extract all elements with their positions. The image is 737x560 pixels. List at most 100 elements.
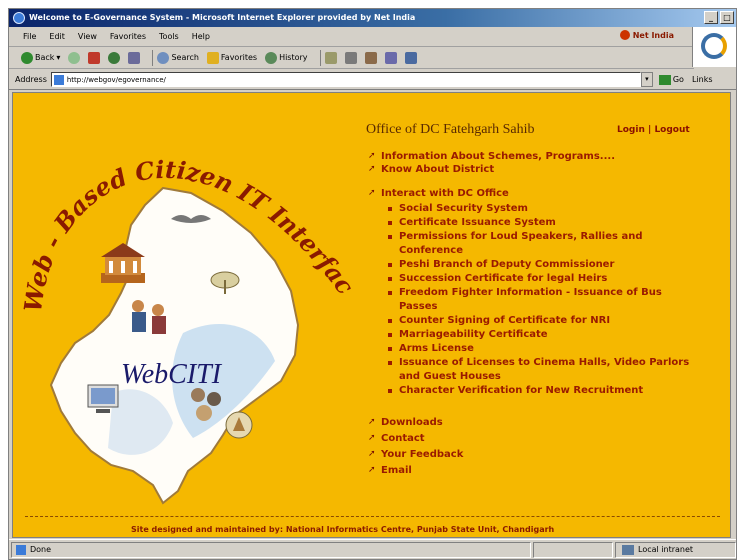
page-icon [53,74,64,85]
forward-button[interactable] [68,51,81,64]
main-menu: ➚ Information About Schemes, Programs...… [368,150,718,477]
auth-links: Login | Logout [617,125,690,135]
bullet-icon [388,291,392,295]
service-label: Succession Certificate for legal Heirs [399,273,608,284]
punjab-map-graphic: WebCITI Web - Based Citizen IT Interface [13,93,368,513]
bullet-icon [388,361,392,365]
bullet-icon [388,389,392,393]
service-item-peshi-branch[interactable]: Peshi Branch of Deputy Commissioner [388,258,718,272]
page-content: WebCITI Web - Based Citizen IT Interface… [12,92,731,538]
service-item-loud-speakers[interactable]: Permissions for Loud Speakers, Rallies a… [388,230,718,258]
go-button[interactable]: Go [658,74,684,85]
contact-label: Contact [381,433,425,444]
menu-item-know-district[interactable]: ➚ Know About District [368,163,718,176]
menu-item-interact[interactable]: ➚ Interact with DC Office [368,187,718,200]
menu-help[interactable]: Help [192,32,210,41]
ie-logo-icon [701,33,727,59]
browser-window: Welcome to E-Governance System - Microso… [8,8,737,560]
map-illustration: WebCITI Web - Based Citizen IT Interface [13,93,360,505]
menu-item-information[interactable]: ➚ Information About Schemes, Programs...… [368,150,718,163]
downloads-label: Downloads [381,417,443,428]
service-label: Freedom Fighter Information - Issuance o… [399,287,662,312]
downloads-link[interactable]: ➚ Downloads [368,416,718,429]
brand-label: Net India [632,30,674,40]
back-dropdown-icon: ▾ [56,53,61,62]
stop-button[interactable] [88,51,101,64]
menu-item-label: Interact with DC Office [381,188,509,199]
service-item-cinema-licenses[interactable]: Issuance of Licenses to Cinema Halls, Vi… [388,356,718,384]
discuss-icon [384,51,397,64]
status-message: Done [11,541,531,558]
search-button[interactable]: Search [157,51,199,64]
service-item-character-verification[interactable]: Character Verification for New Recruitme… [388,384,718,398]
back-button[interactable]: Back ▾ [21,51,61,64]
contact-link[interactable]: ➚ Contact [368,432,718,445]
toolbar-separator [152,49,154,66]
office-title: Office of DC Fatehgarh Sahib [366,122,535,137]
links-button[interactable]: Links [692,75,713,84]
service-label: Character Verification for New Recruitme… [399,385,644,396]
history-label: History [279,53,308,62]
email-link[interactable]: ➚ Email [368,464,718,477]
favorites-button[interactable]: Favorites [206,51,257,64]
status-bar: Done Local intranet [9,539,736,559]
feedback-label: Your Feedback [381,449,464,460]
service-list: Social Security System Certificate Issua… [388,202,718,398]
address-dropdown-button[interactable]: ▾ [640,72,653,87]
go-arrow-icon [658,74,671,85]
toolbar: Back ▾ Search Favorites History [9,47,694,69]
menu-view[interactable]: View [78,32,97,41]
service-item-counter-signing[interactable]: Counter Signing of Certificate for NRI [388,314,718,328]
back-label: Back [35,53,55,62]
search-label: Search [171,53,199,62]
menu-edit[interactable]: Edit [49,32,65,41]
menu-tools[interactable]: Tools [159,32,179,41]
status-panel [533,541,613,558]
login-link[interactable]: Login [617,125,645,135]
brand-logo: Net India [619,30,674,40]
address-input[interactable]: http://webgov/egovernance/ [50,72,641,87]
menu-file[interactable]: File [23,32,36,41]
service-label: Counter Signing of Certificate for NRI [399,315,611,326]
menu-favorites[interactable]: Favorites [110,32,146,41]
logout-link[interactable]: Logout [654,125,689,135]
address-url: http://webgov/egovernance/ [66,75,166,84]
edit-button[interactable] [364,51,377,64]
service-label: Issuance of Licenses to Cinema Halls, Vi… [399,357,690,382]
service-item-succession-certificate[interactable]: Succession Certificate for legal Heirs [388,272,718,286]
throbber [692,27,736,67]
mail-button[interactable] [324,51,337,64]
service-item-marriageability[interactable]: Marriageability Certificate [388,328,718,342]
refresh-icon [108,51,121,64]
home-button[interactable] [128,51,141,64]
service-item-arms-license[interactable]: Arms License [388,342,718,356]
messenger-button[interactable] [404,51,417,64]
service-item-social-security[interactable]: Social Security System [388,202,718,216]
go-label: Go [672,75,684,84]
window-title: Welcome to E-Governance System - Microso… [29,13,416,22]
service-item-freedom-fighter[interactable]: Freedom Fighter Information - Issuance o… [388,286,718,314]
edit-icon [364,51,377,64]
security-zone: Local intranet [615,541,736,558]
messenger-icon [404,51,417,64]
bullet-icon [388,263,392,267]
print-button[interactable] [344,51,357,64]
minimize-button[interactable]: _ [704,11,718,24]
refresh-button[interactable] [108,51,121,64]
arrow-icon: ➚ [368,417,376,427]
service-item-certificate-issuance[interactable]: Certificate Issuance System [388,216,718,230]
bullet-icon [388,221,392,225]
window-controls: _ □ [704,11,734,24]
arrow-icon: ➚ [368,151,376,161]
history-button[interactable]: History [265,51,308,64]
discuss-button[interactable] [384,51,397,64]
bullet-icon [388,207,392,211]
brand-icon [619,30,630,40]
hand-icon [225,411,253,439]
address-bar: Address http://webgov/egovernance/ ▾ Go … [9,70,736,90]
address-label: Address [15,75,47,84]
feedback-link[interactable]: ➚ Your Feedback [368,448,718,461]
bullet-icon [388,333,392,337]
maximize-button[interactable]: □ [720,11,734,24]
mail-icon [324,51,337,64]
